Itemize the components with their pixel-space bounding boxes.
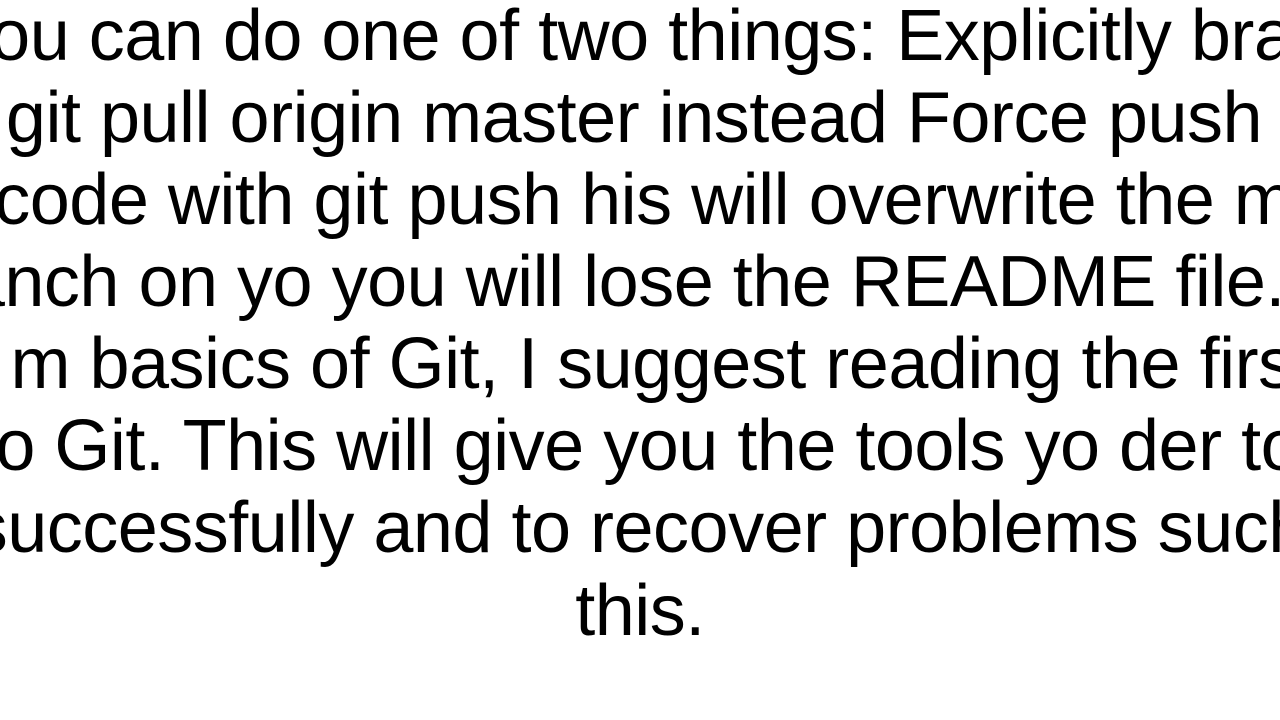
document-viewport: 1: You can do one of two things: Explici… [0, 0, 1280, 652]
body-paragraph: 1: You can do one of two things: Explici… [0, 0, 1280, 652]
